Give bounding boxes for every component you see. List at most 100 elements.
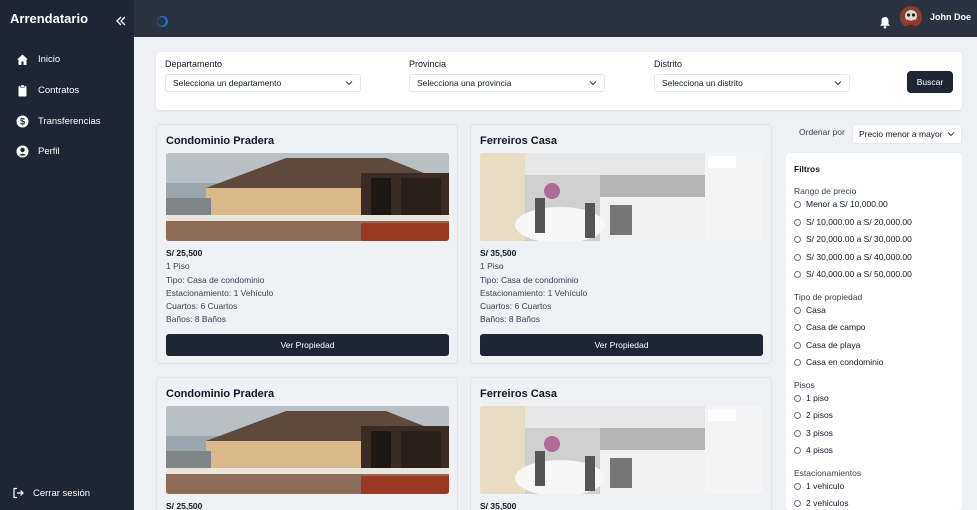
- distrito-group: Distrito Selecciona un distrito: [654, 59, 850, 92]
- sidebar-item-contratos[interactable]: Contratos: [0, 78, 134, 102]
- kitchen-interior-image: [480, 406, 763, 494]
- option-label: 3 pisos: [806, 428, 833, 438]
- property-details: S/ 25,500: [166, 500, 202, 510]
- property-price: S/ 35,500: [480, 501, 517, 510]
- option-label: 2 pisos: [806, 410, 833, 420]
- sidebar-item-transferencias[interactable]: $ Transferencias: [0, 109, 134, 133]
- option-label: S/ 40,000.00 a S/ 50,000.00: [806, 269, 912, 279]
- chevron-down-icon: [947, 132, 955, 137]
- logout-label: Cerrar sesión: [33, 487, 91, 499]
- sidebar-item-label: Inicio: [38, 53, 61, 65]
- radio-button[interactable]: [794, 411, 801, 419]
- radio-button[interactable]: [794, 341, 801, 349]
- collapse-sidebar-icon[interactable]: [114, 14, 128, 28]
- departamento-select[interactable]: Selecciona un departamento: [165, 74, 361, 92]
- departamento-value: Selecciona un departamento: [173, 78, 282, 88]
- distrito-label: Distrito: [654, 59, 683, 69]
- property-baths: Baños: 8 Baños: [166, 314, 227, 325]
- house-exterior-image: [166, 406, 449, 494]
- price-option[interactable]: S/ 10,000.00 a S/ 20,000.00: [794, 217, 912, 227]
- radio-button[interactable]: [794, 200, 801, 208]
- floors-option[interactable]: 3 pisos: [794, 428, 833, 438]
- radio-button[interactable]: [794, 253, 801, 261]
- option-label: Casa de playa: [806, 340, 861, 350]
- type-option[interactable]: Casa: [794, 305, 826, 315]
- sort-select[interactable]: Precio menor a mayor: [852, 124, 962, 144]
- radio-button[interactable]: [794, 306, 801, 314]
- property-price: S/ 25,500: [166, 501, 203, 510]
- distrito-select[interactable]: Selecciona un distrito: [654, 74, 850, 92]
- property-details: S/ 25,500 1 Piso Tipo: Casa de condomini…: [166, 247, 273, 327]
- property-type: Tipo: Casa de condominio: [166, 274, 265, 285]
- sort-label: Ordenar por: [799, 127, 845, 137]
- option-label: Casa: [806, 305, 826, 315]
- parking-option[interactable]: 2 vehiculos: [794, 498, 849, 508]
- property-image-house[interactable]: [166, 406, 449, 494]
- property-image-house[interactable]: [166, 153, 449, 241]
- notification-bell-icon[interactable]: [879, 16, 891, 29]
- radio-button[interactable]: [794, 218, 801, 226]
- property-image-kitchen[interactable]: [480, 153, 763, 241]
- property-rooms: Cuartos: 6 Cuartos: [166, 301, 238, 312]
- floors-title: Pisos: [794, 380, 815, 390]
- sidebar-item-label: Transferencias: [38, 115, 101, 127]
- provincia-label: Provincia: [409, 59, 447, 69]
- property-title: Condominio Pradera: [166, 388, 275, 400]
- option-label: S/ 30,000.00 a S/ 40,000.00: [806, 252, 912, 262]
- home-icon: [17, 54, 28, 65]
- parking-option[interactable]: 1 vehiculo: [794, 481, 844, 491]
- radio-button[interactable]: [794, 394, 801, 402]
- departamento-group: Departamento Selecciona un departamento: [165, 59, 361, 92]
- sidebar: Arrendatario Inicio Contratos $ Transfer…: [0, 0, 134, 510]
- view-property-button[interactable]: Ver Propiedad: [166, 334, 449, 356]
- user-name[interactable]: John Doe: [930, 12, 971, 22]
- price-option[interactable]: Menor a S/ 10,000.00: [794, 199, 888, 209]
- radio-button[interactable]: [794, 429, 801, 437]
- chevron-down-icon: [834, 81, 842, 86]
- floors-option[interactable]: 1 piso: [794, 393, 829, 403]
- sidebar-item-inicio[interactable]: Inicio: [0, 47, 134, 71]
- radio-button[interactable]: [794, 270, 801, 278]
- type-option[interactable]: Casa de campo: [794, 322, 866, 332]
- chevron-down-icon: [345, 81, 353, 86]
- floors-option[interactable]: 2 pisos: [794, 410, 833, 420]
- view-property-button[interactable]: Ver Propiedad: [480, 334, 763, 356]
- option-label: 1 vehiculo: [806, 481, 845, 491]
- radio-button[interactable]: [794, 446, 801, 454]
- radio-button[interactable]: [794, 482, 801, 490]
- logout-button[interactable]: Cerrar sesión: [0, 482, 134, 504]
- dollar-icon: $: [16, 115, 29, 127]
- radio-button[interactable]: [794, 499, 801, 507]
- property-price: S/ 35,500: [480, 248, 517, 258]
- topbar: John Doe: [134, 0, 977, 37]
- sort-value: Precio menor a mayor: [859, 129, 943, 139]
- type-option[interactable]: Casa en condominio: [794, 357, 884, 367]
- search-button[interactable]: Buscar: [907, 71, 953, 93]
- property-floors: 1 Piso: [166, 261, 190, 272]
- property-image-kitchen[interactable]: [480, 406, 763, 494]
- radio-button[interactable]: [794, 235, 801, 243]
- logout-icon: [13, 487, 24, 499]
- property-baths: Baños: 8 Baños: [480, 314, 541, 325]
- chevron-down-icon: [589, 81, 597, 86]
- floors-option[interactable]: 4 pisos: [794, 445, 833, 455]
- type-option[interactable]: Casa de playa: [794, 340, 860, 350]
- app-logo-icon: [157, 16, 168, 27]
- property-type-title: Tipo de propiedad: [794, 292, 863, 302]
- provincia-select[interactable]: Selecciona una provincia: [409, 74, 605, 92]
- sidebar-item-label: Perfil: [38, 145, 60, 157]
- radio-button[interactable]: [794, 358, 801, 366]
- property-type: Tipo: Casa de condominio: [480, 274, 579, 285]
- property-details: S/ 35,500 1 Piso Tipo: Casa de condomini…: [480, 247, 587, 327]
- option-label: 4 pisos: [806, 445, 833, 455]
- user-icon: [16, 145, 29, 157]
- filters-title: Filtros: [794, 164, 820, 174]
- avatar[interactable]: [900, 6, 922, 28]
- radio-button[interactable]: [794, 323, 801, 331]
- sidebar-item-perfil[interactable]: Perfil: [0, 139, 134, 163]
- price-option[interactable]: S/ 30,000.00 a S/ 40,000.00: [794, 252, 912, 262]
- brand-title: Arrendatario: [10, 11, 89, 26]
- option-label: S/ 20,000.00 a S/ 30,000.00: [806, 234, 912, 244]
- price-option[interactable]: S/ 40,000.00 a S/ 50,000.00: [794, 269, 912, 279]
- price-option[interactable]: S/ 20,000.00 a S/ 30,000.00: [794, 234, 912, 244]
